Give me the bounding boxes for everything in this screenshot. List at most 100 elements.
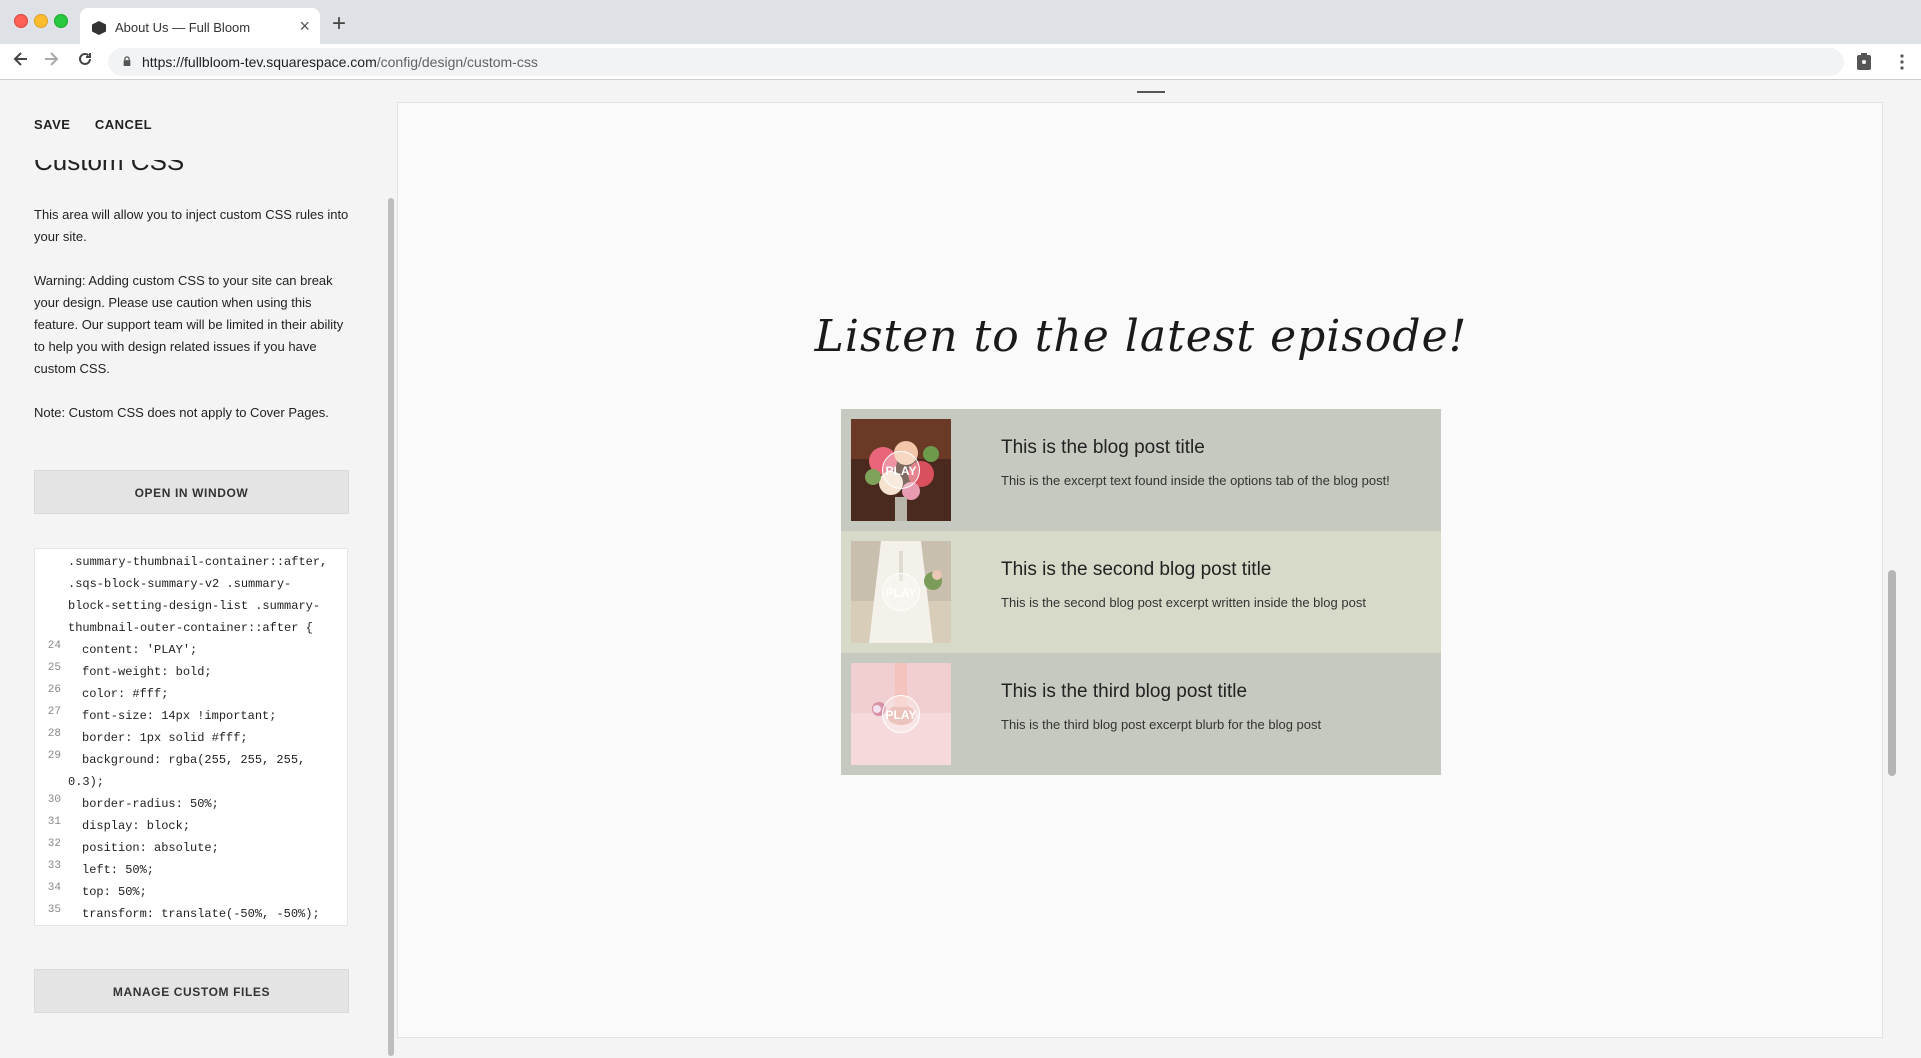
preview-scrollbar[interactable] bbox=[1888, 570, 1896, 776]
code-text: border: 1px solid #fff; bbox=[82, 731, 248, 745]
line-number: 27 bbox=[47, 706, 61, 718]
code-text: font-weight: bold; bbox=[82, 665, 212, 679]
css-code-editor[interactable]: .summary-thumbnail-container::after,.sqs… bbox=[34, 548, 348, 926]
line-number: 25 bbox=[47, 662, 61, 674]
post-title[interactable]: This is the blog post title bbox=[1001, 437, 1205, 459]
line-number: 24 bbox=[47, 640, 61, 652]
post-excerpt: This is the excerpt text found inside th… bbox=[1001, 473, 1390, 488]
post-excerpt: This is the second blog post excerpt wri… bbox=[1001, 595, 1366, 610]
site-preview: Listen to the latest episode! PLAY This … bbox=[397, 91, 1883, 1038]
summary-item[interactable]: PLAY This is the second blog post title … bbox=[841, 531, 1441, 653]
open-in-window-button[interactable]: OPEN IN WINDOW bbox=[34, 470, 349, 514]
code-text: display: block; bbox=[82, 819, 191, 833]
code-line: .sqs-block-summary-v2 .summary- bbox=[35, 573, 335, 595]
code-text: background: rgba(255, 255, 255, bbox=[82, 753, 306, 767]
code-line: 36} bbox=[35, 925, 335, 926]
url-text: https://fullbloom-tev.squarespace.com/co… bbox=[142, 54, 538, 70]
preview-drag-handle[interactable] bbox=[1137, 91, 1165, 93]
code-line: .summary-thumbnail-container::after, bbox=[35, 551, 335, 573]
code-line: 34 top: 50%; bbox=[35, 881, 335, 903]
line-number: 28 bbox=[47, 728, 61, 740]
address-bar[interactable]: https://fullbloom-tev.squarespace.com/co… bbox=[108, 48, 1844, 76]
summary-item[interactable]: PLAY This is the blog post title This is… bbox=[841, 409, 1441, 531]
code-text: .summary-thumbnail-container::after, bbox=[68, 555, 328, 569]
line-number: 26 bbox=[47, 684, 61, 696]
new-tab-button[interactable]: + bbox=[332, 10, 346, 38]
code-text: thumbnail-outer-container::after { bbox=[68, 621, 313, 635]
url-host: https://fullbloom-tev.squarespace.com bbox=[142, 54, 377, 70]
post-title[interactable]: This is the third blog post title bbox=[1001, 681, 1247, 703]
code-text: left: 50%; bbox=[82, 863, 155, 877]
warning-text: Warning: Adding custom CSS to your site … bbox=[34, 273, 344, 376]
clipboard-extension-icon[interactable] bbox=[1856, 53, 1872, 71]
minimize-window-button[interactable] bbox=[34, 14, 48, 28]
forward-arrow-icon[interactable] bbox=[42, 48, 60, 76]
line-number: 36 bbox=[39, 921, 61, 925]
panel-scrollbar[interactable] bbox=[388, 198, 394, 1056]
custom-css-panel: SAVE CANCEL Custom CSS This area will al… bbox=[0, 80, 388, 1058]
code-text: border-radius: 50%; bbox=[82, 797, 219, 811]
code-text: .sqs-block-summary-v2 .summary- bbox=[68, 577, 292, 591]
code-text: content: 'PLAY'; bbox=[82, 643, 198, 657]
code-text: transform: translate(-50%, -50%); bbox=[82, 907, 320, 921]
code-line: thumbnail-outer-container::after { bbox=[35, 617, 335, 639]
browser-tab[interactable]: About Us — Full Bloom × bbox=[80, 8, 320, 48]
summary-item[interactable]: PLAY This is the third blog post title T… bbox=[841, 653, 1441, 775]
line-number: 34 bbox=[47, 882, 61, 894]
browser-titlebar: About Us — Full Bloom × + bbox=[0, 0, 1921, 48]
code-line: 25 font-weight: bold; bbox=[35, 661, 335, 683]
bouquet-thumbnail[interactable]: PLAY bbox=[851, 419, 951, 521]
code-line: 29 background: rgba(255, 255, 255, bbox=[35, 749, 335, 771]
code-lines: .summary-thumbnail-container::after,.sqs… bbox=[35, 551, 335, 926]
close-window-button[interactable] bbox=[14, 14, 28, 28]
line-number: 33 bbox=[47, 860, 61, 872]
browser-toolbar: https://fullbloom-tev.squarespace.com/co… bbox=[0, 44, 1921, 80]
url-path: /config/design/custom-css bbox=[376, 54, 538, 70]
code-line: 28 border: 1px solid #fff; bbox=[35, 727, 335, 749]
code-text: position: absolute; bbox=[82, 841, 219, 855]
code-line: 24 content: 'PLAY'; bbox=[35, 639, 335, 661]
back-arrow-icon[interactable] bbox=[12, 48, 30, 76]
code-line: 30 border-radius: 50%; bbox=[35, 793, 335, 815]
squarespace-favicon-icon bbox=[92, 21, 106, 35]
intro-text: This area will allow you to inject custo… bbox=[34, 207, 349, 244]
play-badge: PLAY bbox=[882, 695, 920, 733]
play-badge: PLAY bbox=[882, 451, 920, 489]
code-line: 33 left: 50%; bbox=[35, 859, 335, 881]
code-text: 0.3); bbox=[68, 775, 105, 789]
code-line: 32 position: absolute; bbox=[35, 837, 335, 859]
menu-kebab-icon[interactable] bbox=[1894, 53, 1910, 71]
code-text: } bbox=[68, 925, 75, 926]
post-title[interactable]: This is the second blog post title bbox=[1001, 559, 1271, 581]
pink-dress-thumbnail[interactable]: PLAY bbox=[851, 663, 951, 765]
cancel-button[interactable]: CANCEL bbox=[95, 117, 152, 132]
code-text: top: 50%; bbox=[82, 885, 147, 899]
code-line: 0.3); bbox=[35, 771, 335, 793]
save-button[interactable]: SAVE bbox=[34, 117, 70, 132]
code-line: 31 display: block; bbox=[35, 815, 335, 837]
note-text: Note: Custom CSS does not apply to Cover… bbox=[34, 405, 329, 420]
line-number: 29 bbox=[47, 750, 61, 762]
code-text: color: #fff; bbox=[82, 687, 169, 701]
squarespace-editor: SAVE CANCEL Custom CSS This area will al… bbox=[0, 80, 1921, 1058]
lock-icon bbox=[123, 56, 131, 66]
code-text: block-setting-design-list .summary- bbox=[68, 599, 321, 613]
manage-custom-files-button[interactable]: MANAGE CUSTOM FILES bbox=[34, 969, 349, 1013]
line-number: 31 bbox=[47, 816, 61, 828]
line-number: 35 bbox=[47, 904, 61, 916]
code-text: font-size: 14px !important; bbox=[82, 709, 277, 723]
play-badge: PLAY bbox=[882, 573, 920, 611]
code-line: 26 color: #fff; bbox=[35, 683, 335, 705]
line-number: 32 bbox=[47, 838, 61, 850]
post-excerpt: This is the third blog post excerpt blur… bbox=[1001, 717, 1322, 732]
tab-title: About Us — Full Bloom bbox=[115, 20, 251, 35]
reload-icon[interactable] bbox=[76, 48, 94, 76]
line-number: 30 bbox=[47, 794, 61, 806]
code-line: block-setting-design-list .summary- bbox=[35, 595, 335, 617]
close-tab-icon[interactable]: × bbox=[299, 16, 310, 36]
bride-thumbnail[interactable]: PLAY bbox=[851, 541, 951, 643]
summary-block-list: PLAY This is the blog post title This is… bbox=[841, 409, 1441, 775]
zoom-window-button[interactable] bbox=[54, 14, 68, 28]
panel-heading: Custom CSS bbox=[34, 146, 185, 176]
episode-heading: Listen to the latest episode! bbox=[814, 311, 1468, 362]
